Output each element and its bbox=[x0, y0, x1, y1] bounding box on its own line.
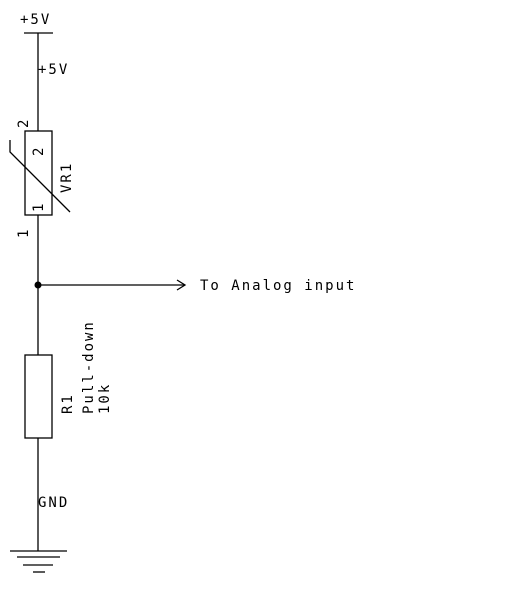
vr1-pin1-inner: 1 bbox=[31, 202, 47, 212]
vr1-ref: VR1 bbox=[59, 162, 75, 193]
r1-value: 10k bbox=[97, 383, 113, 414]
ground-symbol-icon bbox=[10, 550, 67, 573]
r1-description: Pull-down bbox=[81, 320, 97, 414]
r1-body bbox=[24, 354, 53, 439]
ground-net-label: GND bbox=[38, 495, 69, 511]
r1-ref: R1 bbox=[60, 393, 76, 414]
vr1-potentiometer: 2 2 1 1 VR1 bbox=[9, 118, 75, 238]
vr1-pin1-outer: 1 bbox=[16, 228, 32, 238]
output-label: To Analog input bbox=[200, 278, 356, 294]
power-symbol-label: +5V bbox=[20, 12, 51, 28]
power-net-label: +5V bbox=[38, 62, 69, 78]
schematic: +5V +5V 2 2 1 1 VR1 To Analog input R1 P… bbox=[9, 12, 356, 573]
vr1-pin2-inner: 2 bbox=[31, 146, 47, 156]
vr1-pin2-outer: 2 bbox=[16, 118, 32, 128]
